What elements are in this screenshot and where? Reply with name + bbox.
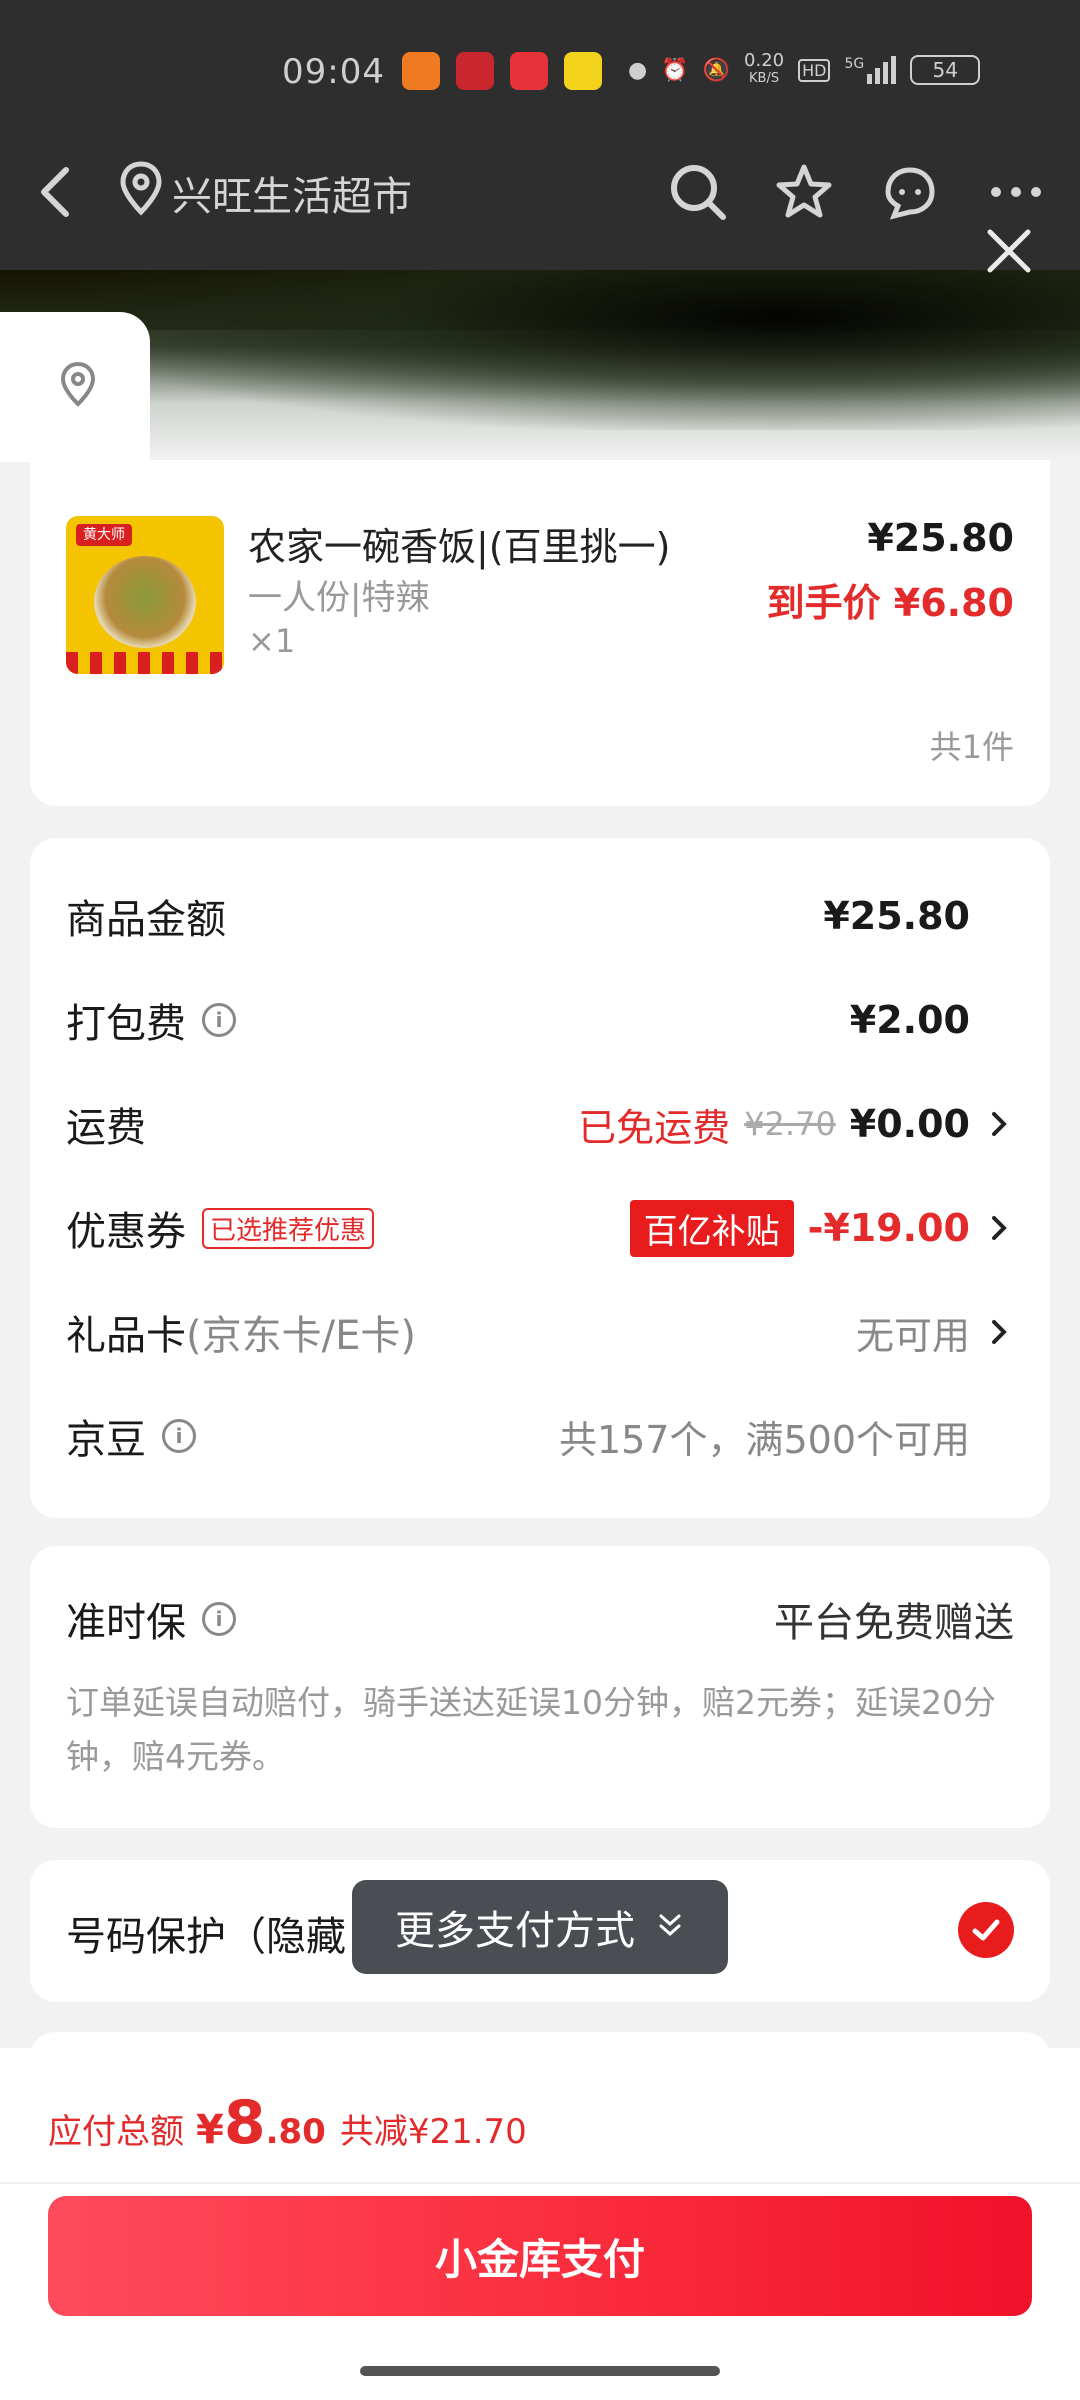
goods-amount-value: ¥25.80 (823, 894, 970, 938)
product-quantity: ×1 (248, 622, 296, 660)
notification-icons (402, 52, 602, 90)
packing-fee-label: 打包费 (66, 1001, 186, 1047)
gift-card-row[interactable]: 礼品卡(京东卡/E卡) 无可用 (66, 1302, 1014, 1362)
shipping-original-price: ¥2.70 (744, 1105, 836, 1143)
on-time-title: 准时保 (66, 1600, 186, 1646)
net-speed: 0.20 KB/S (744, 50, 785, 87)
promo-banner (0, 270, 1080, 460)
back-icon[interactable] (36, 162, 76, 226)
price-summary-card: 商品金额 ¥25.80 打包费 i ¥2.00 运费 已免运费 ¥2.70 ¥0.… (30, 838, 1050, 1518)
info-icon[interactable]: i (202, 1003, 236, 1037)
battery-icon: 54 (910, 55, 981, 85)
coupon-row[interactable]: 优惠券 已选推荐优惠 百亿补贴 -¥19.00 (66, 1198, 1014, 1258)
shipping-value: ¥0.00 (849, 1102, 970, 1146)
coupon-label: 优惠券 (66, 1209, 186, 1255)
total-label: 应付总额 (48, 2112, 184, 2152)
checkout-bar: 应付总额 ¥ 8 .80 共减¥21.70 小金库支付 (0, 2048, 1080, 2400)
on-time-free-text: 平台免费赠送 (774, 1600, 1014, 1646)
favorite-star-icon[interactable] (774, 162, 834, 226)
gift-card-value: 无可用 (855, 1313, 970, 1358)
alarm-icon: ⏰ (661, 57, 689, 83)
mute-icon: 🔕 (702, 57, 731, 83)
jd-beans-row: 京豆 i 共157个，满500个可用 (66, 1406, 1014, 1466)
status-time: 09:04 (282, 52, 385, 92)
info-icon[interactable]: i (162, 1419, 196, 1453)
more-payment-methods-button[interactable]: 更多支付方式 (352, 1880, 728, 1974)
app-notification-icon (402, 52, 440, 90)
chevron-right-icon (984, 1213, 1014, 1243)
product-spec: 一人份|特辣 (248, 578, 430, 618)
product-card[interactable]: 黄大师 农家一碗香饭|(百里挑一) 一人份|特辣 ×1 ¥25.80 到手价 ¥… (30, 460, 1050, 806)
goods-amount-label: 商品金额 (66, 897, 226, 943)
app-notification-icon (510, 52, 548, 90)
more-icon[interactable] (986, 162, 1046, 226)
total-amount: 应付总额 ¥ 8 .80 共减¥21.70 (48, 2088, 527, 2158)
signal-icon: 5G (844, 56, 897, 84)
gift-card-label: 礼品卡(京东卡/E卡) (66, 1313, 416, 1359)
on-time-guarantee-card: 准时保 i 平台免费赠送 订单延误自动赔付，骑手送达延误10分钟，赔2元券；延误2… (30, 1546, 1050, 1828)
status-bar: 09:04 ● ⏰ 🔕 0.20 KB/S HD 5G 54 (0, 0, 1080, 130)
total-decimal: .80 (265, 2112, 326, 2152)
info-icon[interactable]: i (202, 1602, 236, 1636)
on-time-description: 订单延误自动赔付，骑手送达延误10分钟，赔2元券；延误20分钟，赔4元券。 (66, 1683, 996, 1776)
shipping-label: 运费 (66, 1105, 146, 1151)
location-pin-icon (58, 360, 98, 414)
goods-amount-row: 商品金额 ¥25.80 (66, 886, 1014, 946)
double-chevron-down-icon (655, 1904, 685, 1950)
total-currency: ¥ (196, 2107, 224, 2153)
coupon-value: -¥19.00 (807, 1206, 970, 1250)
chevron-right-icon (984, 1317, 1014, 1347)
packing-fee-value: ¥2.00 (849, 998, 970, 1042)
more-payment-label: 更多支付方式 (395, 1908, 635, 1954)
checkbox-checked-icon[interactable] (958, 1902, 1014, 1958)
number-protection-title: 号码保护（隐藏 (66, 1914, 346, 1960)
jd-beans-value: 共157个，满500个可用 (558, 1417, 970, 1462)
shipping-free-text: 已免运费 (578, 1105, 731, 1150)
search-icon[interactable] (668, 162, 728, 226)
top-nav: 兴旺生活超市 (0, 150, 1080, 240)
product-final-price: 到手价 ¥6.80 (766, 581, 1014, 625)
jd-beans-label: 京豆 (66, 1417, 146, 1463)
packing-fee-row: 打包费 i ¥2.00 (66, 990, 1014, 1050)
item-count: 共1件 (929, 728, 1014, 766)
total-integer: 8 (223, 2088, 266, 2158)
pay-button[interactable]: 小金库支付 (48, 2196, 1032, 2316)
store-header[interactable]: 兴旺生活超市 (118, 160, 412, 226)
brand-tag: 黄大师 (76, 524, 132, 546)
product-title: 农家一碗香饭|(百里挑一) (248, 525, 671, 569)
location-pin-icon (118, 160, 164, 226)
store-name: 兴旺生活超市 (172, 174, 412, 220)
hd-icon: HD (798, 58, 831, 82)
shipping-row[interactable]: 运费 已免运费 ¥2.70 ¥0.00 (66, 1094, 1014, 1154)
app-notification-icon (456, 52, 494, 90)
dot-icon: ● (628, 57, 648, 83)
product-image: 黄大师 (66, 516, 224, 674)
home-indicator[interactable] (360, 2366, 720, 2376)
system-indicators: ● ⏰ 🔕 0.20 KB/S HD 5G 54 (628, 50, 981, 88)
nav-actions (668, 162, 1046, 226)
subsidy-badge: 百亿补贴 (629, 1199, 794, 1257)
address-card[interactable] (0, 312, 150, 462)
coupon-recommended-tag: 已选推荐优惠 (202, 1207, 375, 1249)
app-notification-icon (564, 52, 602, 90)
product-price: ¥25.80 (867, 516, 1014, 560)
customer-service-icon[interactable] (880, 162, 940, 226)
chevron-right-icon (984, 1109, 1014, 1139)
close-icon[interactable] (984, 226, 1034, 280)
total-reduced: 共减¥21.70 (339, 2112, 527, 2152)
